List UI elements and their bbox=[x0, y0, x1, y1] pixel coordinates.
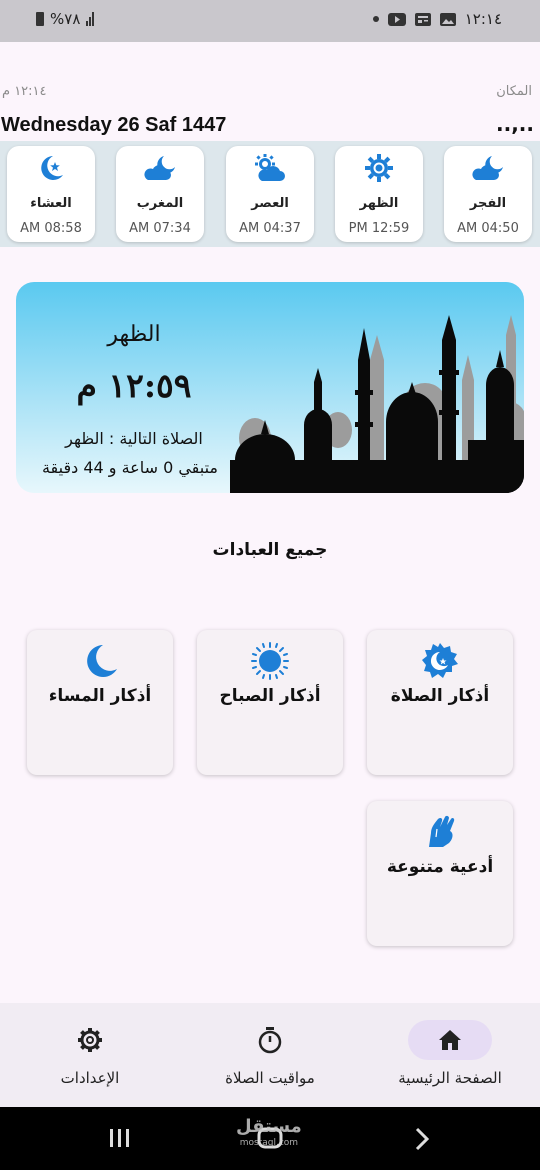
morning-adhkar-button[interactable]: أذكار الصباح bbox=[197, 630, 343, 775]
prayer-time: PM 12:59 bbox=[348, 221, 410, 236]
nav-prayer-times[interactable]: مواقيت الصلاة bbox=[180, 1003, 360, 1107]
prayer-name: العشاء bbox=[30, 196, 72, 211]
news-icon bbox=[414, 12, 431, 26]
prayer-card-fajr[interactable]: الفجر AM 04:50 bbox=[444, 146, 532, 242]
evening-adhkar-button[interactable]: أذكار المساء bbox=[27, 630, 173, 775]
status-right: ١٢:١٤ bbox=[372, 10, 502, 28]
next-prayer-text: الصلاة التالية : الظهر bbox=[65, 429, 203, 448]
prayer-name: الظهر bbox=[359, 196, 399, 211]
sun-gear-icon bbox=[365, 154, 393, 182]
watermark-brand: مستقل bbox=[236, 1116, 302, 1137]
prayer-time: AM 07:34 bbox=[129, 221, 191, 236]
mosque-skyline-image bbox=[230, 315, 524, 493]
timer-icon bbox=[258, 1027, 282, 1054]
current-prayer-name: الظهر bbox=[107, 322, 161, 347]
prayer-name: العصر bbox=[251, 196, 289, 211]
watermark-site: mostaql.com bbox=[239, 1138, 299, 1148]
nav-home-indicator[interactable] bbox=[408, 1020, 492, 1060]
notification-dot-icon bbox=[372, 16, 379, 22]
system-navigation-bar: مستقل mostaql.com bbox=[0, 1107, 540, 1170]
prayer-name: المغرب bbox=[136, 196, 184, 211]
battery-icon bbox=[36, 12, 44, 26]
signal-icon bbox=[86, 12, 95, 26]
status-bar: %٧٨ ١٢:١٤ bbox=[0, 0, 540, 42]
prayer-time: AM 08:58 bbox=[20, 221, 82, 236]
worship-label: أذكار المساء bbox=[48, 686, 152, 706]
current-time: ١٢:١٤ م bbox=[2, 84, 47, 99]
moon-icon bbox=[87, 645, 117, 677]
gallery-icon bbox=[439, 12, 456, 26]
prayer-card-dhuhr[interactable]: الظهر PM 12:59 bbox=[335, 146, 423, 242]
youtube-icon bbox=[387, 12, 406, 26]
status-left: %٧٨ bbox=[36, 10, 95, 28]
cloud-moon-icon bbox=[144, 156, 175, 180]
gear-icon bbox=[78, 1028, 102, 1052]
nav-home[interactable]: الصفحة الرئيسية bbox=[360, 1003, 540, 1107]
prayer-card-maghrib[interactable]: المغرب AM 07:34 bbox=[116, 146, 204, 242]
prayer-card-asr[interactable]: العصر AM 04:37 bbox=[226, 146, 314, 242]
nav-settings-indicator[interactable] bbox=[48, 1020, 132, 1060]
location-name[interactable]: ..,.. bbox=[496, 112, 534, 136]
prayer-name: الفجر bbox=[469, 196, 507, 211]
prayer-card-isha[interactable]: العشاء AM 08:58 bbox=[7, 146, 95, 242]
current-prayer-card: الظهر ١٢:٥٩ م الصلاة التالية : الظهر متب… bbox=[16, 282, 524, 493]
nav-label: الصفحة الرئيسية bbox=[398, 1069, 502, 1087]
status-time: ١٢:١٤ bbox=[464, 10, 502, 28]
prayer-adhkar-button[interactable]: أذكار الصلاة bbox=[367, 630, 513, 775]
moon-star-icon bbox=[41, 156, 63, 180]
nav-label: الإعدادات bbox=[60, 1069, 120, 1087]
bottom-navigation: الصفحة الرئيسية مواقيت الصلاة الإعدادات bbox=[0, 1003, 540, 1107]
battery-percentage: %٧٨ bbox=[50, 10, 81, 28]
remaining-time-text: متبقي 0 ساعة و 44 دقيقة bbox=[41, 458, 218, 477]
cloud-moon-icon bbox=[472, 156, 503, 180]
sun-cloud-icon bbox=[255, 154, 285, 181]
current-prayer-time: ١٢:٥٩ م bbox=[76, 366, 192, 405]
hijri-date: Wednesday 26 Saf 1447 bbox=[1, 114, 227, 136]
back-chevron-icon[interactable] bbox=[412, 1127, 432, 1151]
prayer-times-strip[interactable]: الفجر AM 04:50 الظهر PM 12:59 العصر AM 0… bbox=[0, 141, 540, 247]
section-title: جميع العبادات bbox=[212, 540, 328, 560]
nav-prayer-times-indicator[interactable] bbox=[228, 1020, 312, 1060]
watermark-logo: مستقل mostaql.com bbox=[236, 1116, 302, 1151]
worship-label: أذكار الصباح bbox=[219, 686, 321, 706]
nav-label: مواقيت الصلاة bbox=[225, 1069, 315, 1087]
various-duas-button[interactable]: أدعية متنوعة bbox=[367, 801, 513, 946]
prayer-time: AM 04:50 bbox=[457, 221, 519, 236]
worship-label: أذكار الصلاة bbox=[390, 686, 490, 706]
home-icon bbox=[439, 1030, 461, 1050]
nav-settings[interactable]: الإعدادات bbox=[0, 1003, 180, 1107]
location-label: المكان bbox=[496, 84, 532, 99]
worship-label: أدعية متنوعة bbox=[386, 857, 494, 877]
prayer-time: AM 04:37 bbox=[239, 221, 301, 236]
sun-icon bbox=[251, 642, 289, 680]
praying-hands-icon bbox=[429, 815, 455, 847]
recent-apps-icon[interactable] bbox=[108, 1127, 132, 1149]
mosque-badge-icon bbox=[422, 643, 458, 678]
